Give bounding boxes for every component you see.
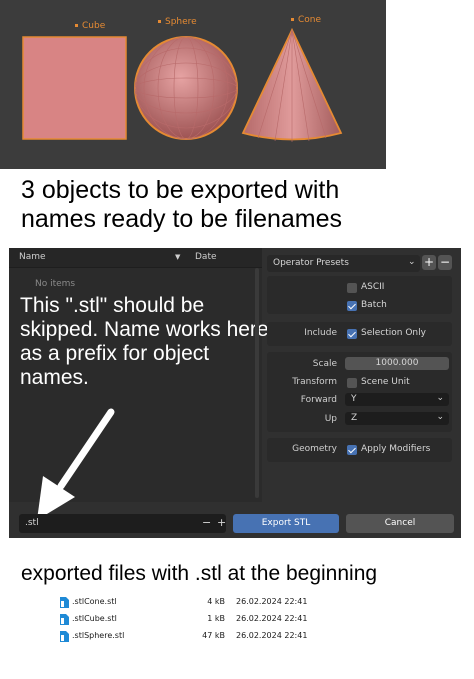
file-size: 47 kB xyxy=(202,631,225,640)
chevron-down-icon: ⌄ xyxy=(436,412,444,422)
annotation-arrow-icon xyxy=(37,408,115,520)
stl-file-icon xyxy=(60,597,69,608)
chevron-down-icon: ⌄ xyxy=(436,393,444,403)
file-name: .stlCube.stl xyxy=(72,614,117,623)
geometry-label: Geometry xyxy=(292,444,337,454)
file-row[interactable]: .stlSphere.stl 47 kB 26.02.2024 22:41 xyxy=(55,629,315,645)
cone-mesh[interactable] xyxy=(241,27,343,142)
apply-modifiers-checkbox[interactable] xyxy=(347,445,357,455)
caption-top-line1: 3 objects to be exported with xyxy=(21,176,340,204)
viewport-3d[interactable]: Cube Sphere Cone xyxy=(0,0,386,169)
cube-mesh[interactable] xyxy=(22,36,127,140)
up-label: Up xyxy=(324,414,337,424)
file-size: 4 kB xyxy=(207,597,225,606)
cancel-button[interactable]: Cancel xyxy=(346,514,454,533)
up-dropdown[interactable]: Z ⌄ xyxy=(345,412,449,425)
file-name: .stlSphere.stl xyxy=(72,631,125,640)
forward-dropdown[interactable]: Y ⌄ xyxy=(345,393,449,406)
caption-bottom: exported files with .stl at the beginnin… xyxy=(21,562,378,585)
export-stl-button[interactable]: Export STL xyxy=(233,514,339,533)
transform-panel: Scale 1000.000 Transform Scene Unit Forw… xyxy=(267,352,452,432)
file-date: 26.02.2024 22:41 xyxy=(236,614,308,623)
chevron-down-icon: ⌄ xyxy=(408,257,416,267)
increment-button[interactable]: + xyxy=(217,516,226,529)
column-date[interactable]: Date xyxy=(195,252,217,262)
transform-label: Transform xyxy=(292,377,337,387)
scale-label: Scale xyxy=(312,359,337,369)
scene-unit-checkbox[interactable] xyxy=(347,378,357,388)
sphere-mesh[interactable] xyxy=(134,36,238,140)
remove-preset-button[interactable]: − xyxy=(438,255,452,270)
sort-dropdown-icon[interactable]: ▼ xyxy=(175,253,180,261)
empty-list-text: No items xyxy=(35,279,76,289)
export-dialog: Name ▼ Date No items This ".stl" should … xyxy=(9,248,461,538)
column-name[interactable]: Name xyxy=(19,252,46,262)
include-panel: Include Selection Only xyxy=(267,322,452,346)
format-panel: ASCII Batch xyxy=(267,276,452,314)
geometry-panel: Geometry Apply Modifiers xyxy=(267,438,452,462)
file-size: 1 kB xyxy=(207,614,225,623)
file-date: 26.02.2024 22:41 xyxy=(236,597,308,606)
scene-unit-label: Scene Unit xyxy=(361,377,410,387)
apply-modifiers-label: Apply Modifiers xyxy=(361,444,431,454)
scale-field[interactable]: 1000.000 xyxy=(345,357,449,370)
stl-file-icon xyxy=(60,614,69,625)
file-row[interactable]: .stlCube.stl 1 kB 26.02.2024 22:41 xyxy=(55,612,315,628)
include-label: Include xyxy=(304,328,337,338)
ascii-checkbox[interactable] xyxy=(347,283,357,293)
selection-only-checkbox[interactable] xyxy=(347,329,357,339)
stl-file-icon xyxy=(60,631,69,642)
ascii-label: ASCII xyxy=(361,282,385,292)
viewport-meshes xyxy=(22,27,343,142)
batch-label: Batch xyxy=(361,300,387,310)
add-preset-button[interactable]: + xyxy=(422,255,436,270)
file-list-scrollbar[interactable] xyxy=(255,268,259,498)
forward-label: Forward xyxy=(300,395,337,405)
file-name: .stlCone.stl xyxy=(72,597,117,606)
file-row[interactable]: .stlCone.stl 4 kB 26.02.2024 22:41 xyxy=(55,595,315,611)
decrement-button[interactable]: − xyxy=(202,516,211,529)
file-date: 26.02.2024 22:41 xyxy=(236,631,308,640)
caption-top-line2: names ready to be filenames xyxy=(21,205,343,233)
batch-checkbox[interactable] xyxy=(347,301,357,311)
operator-presets-dropdown[interactable]: Operator Presets ⌄ xyxy=(267,255,420,272)
filename-input[interactable]: .stl − + xyxy=(19,514,226,533)
annotation-note: This ".stl" should be skipped. Name work… xyxy=(20,294,269,389)
selection-only-label: Selection Only xyxy=(361,328,426,338)
file-list-header: Name ▼ Date xyxy=(9,248,262,268)
